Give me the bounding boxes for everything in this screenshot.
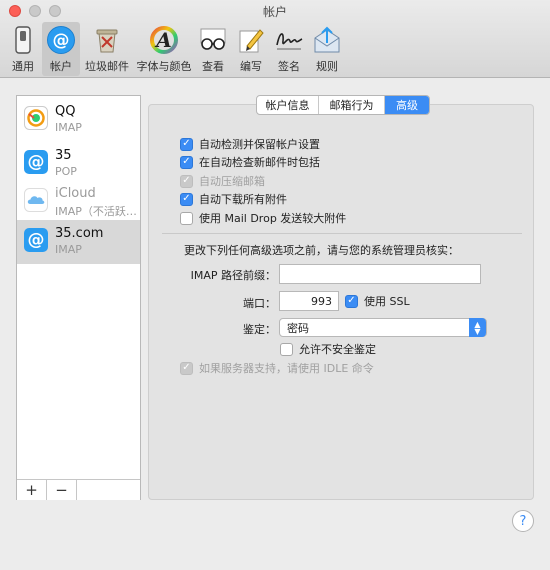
- tab-mailbox-behaviors[interactable]: 邮箱行为: [319, 96, 385, 114]
- admin-notice: 更改下列任何高级选项之前，请与您的系统管理员核实：: [184, 244, 459, 257]
- toolbar-general[interactable]: 通用: [4, 22, 42, 76]
- checkmark-icon: ✓: [180, 361, 193, 375]
- window-titlebar: 帐户 通用 @ 帐户 垃圾邮件 A 字体与颜色 查看 编写 签名 规则: [0, 0, 550, 78]
- rules-icon: [312, 25, 342, 55]
- checkbox-label: 在自动检查新邮件时包括: [199, 156, 320, 169]
- checkmark-icon: ✓: [180, 137, 193, 151]
- toolbar-label: 字体与颜色: [136, 60, 192, 73]
- auth-select[interactable]: 密码 ▲ ▼: [279, 318, 487, 337]
- checkmark-icon: ✓: [180, 174, 193, 188]
- toolbar-label: 编写: [240, 60, 262, 73]
- use-ssl-checkbox[interactable]: ✓ 使用 SSL: [345, 293, 410, 309]
- imap-prefix-input[interactable]: [279, 264, 481, 284]
- checkbox-label: 自动下载所有附件: [199, 193, 287, 206]
- preferences-toolbar: 通用 @ 帐户 垃圾邮件 A 字体与颜色 查看 编写 签名 规则: [4, 22, 346, 76]
- toolbar-label: 规则: [316, 60, 338, 73]
- toolbar-label: 通用: [12, 60, 34, 73]
- toolbar-composing[interactable]: 编写: [232, 22, 270, 76]
- checkbox-empty: [180, 211, 193, 225]
- account-type: IMAP（不活跃…: [55, 205, 137, 218]
- toolbar-label: 查看: [202, 60, 224, 73]
- imap-prefix-label: IMAP 路径前缀：: [190, 269, 276, 282]
- include-in-check-checkbox[interactable]: ✓ 在自动检查新邮件时包括: [180, 154, 320, 170]
- checkbox-label: 允许不安全鉴定: [299, 343, 376, 356]
- checkmark-icon: ✓: [345, 294, 358, 308]
- auto-detect-checkbox[interactable]: ✓ 自动检测并保留帐户设置: [180, 136, 320, 152]
- account-name: 35: [55, 148, 72, 163]
- auth-select-value: 密码: [287, 321, 309, 335]
- account-name: iCloud: [55, 186, 96, 201]
- at-icon: @: [46, 25, 76, 55]
- sidebar-button-bar: + −: [17, 479, 140, 500]
- account-name: QQ: [55, 104, 76, 119]
- at-icon: @: [24, 228, 48, 252]
- svg-text:@: @: [53, 31, 70, 51]
- pencil-icon: [236, 25, 266, 55]
- at-icon: @: [24, 150, 48, 174]
- idle-command-checkbox: ✓ 如果服务器支持，请使用 IDLE 命令: [180, 360, 374, 376]
- toolbar-label: 签名: [278, 60, 300, 73]
- remove-account-button[interactable]: −: [47, 480, 77, 500]
- checkbox-label: 自动压缩邮箱: [199, 175, 265, 188]
- toolbar-signatures[interactable]: 签名: [270, 22, 308, 76]
- compact-mailboxes-checkbox: ✓ 自动压缩邮箱: [180, 173, 265, 189]
- toolbar-fonts[interactable]: A 字体与颜色: [134, 22, 194, 76]
- checkbox-empty: [280, 342, 293, 356]
- add-account-button[interactable]: +: [17, 480, 47, 500]
- account-name: 35.com: [55, 226, 104, 241]
- checkbox-label: 自动检测并保留帐户设置: [199, 138, 320, 151]
- allow-insecure-checkbox[interactable]: 允许不安全鉴定: [280, 341, 376, 357]
- toolbar-junk[interactable]: 垃圾邮件: [80, 22, 134, 76]
- port-input[interactable]: 993: [279, 291, 339, 311]
- account-item-icloud[interactable]: iCloud IMAP（不活跃…: [17, 180, 140, 224]
- help-button[interactable]: ?: [512, 510, 534, 532]
- port-label: 端口：: [243, 297, 276, 310]
- checkmark-icon: ✓: [180, 155, 193, 169]
- qq-icon: [24, 106, 48, 130]
- trash-icon: [92, 25, 122, 55]
- account-type: POP: [55, 165, 77, 178]
- toolbar-rules[interactable]: 规则: [308, 22, 346, 76]
- checkbox-label: 如果服务器支持，请使用 IDLE 命令: [199, 362, 374, 375]
- window-title: 帐户: [262, 5, 287, 19]
- glasses-icon: [198, 25, 228, 55]
- account-item-qq[interactable]: QQ IMAP: [17, 98, 140, 142]
- tab-advanced[interactable]: 高级: [385, 96, 429, 114]
- account-item-35com[interactable]: @ 35.com IMAP: [17, 220, 140, 264]
- download-attachments-checkbox[interactable]: ✓ 自动下载所有附件: [180, 191, 287, 207]
- tab-account-info[interactable]: 帐户信息: [257, 96, 319, 114]
- updown-chevron-icon: ▲ ▼: [469, 318, 486, 337]
- toolbar-label: 帐户: [50, 60, 72, 73]
- signature-icon: [274, 25, 304, 55]
- checkbox-label: 使用 SSL: [364, 295, 410, 308]
- account-type: IMAP: [55, 121, 82, 134]
- toolbar-label: 垃圾邮件: [85, 60, 129, 73]
- settings-tabs: 帐户信息 邮箱行为 高级: [256, 95, 430, 115]
- switch-icon: [8, 25, 38, 55]
- account-type: IMAP: [55, 243, 82, 256]
- toolbar-accounts[interactable]: @ 帐户: [42, 22, 80, 76]
- toolbar-viewing[interactable]: 查看: [194, 22, 232, 76]
- auth-label: 鉴定：: [243, 323, 276, 336]
- checkbox-label: 使用 Mail Drop 发送较大附件: [199, 212, 347, 225]
- accounts-sidebar: QQ IMAP @ 35 POP iCloud IMAP（不活跃… @ 35.c…: [16, 95, 141, 500]
- icloud-icon: [24, 188, 48, 212]
- section-divider: [162, 233, 522, 234]
- mail-drop-checkbox[interactable]: 使用 Mail Drop 发送较大附件: [180, 210, 346, 226]
- svg-text:A: A: [154, 28, 172, 52]
- font-icon: A: [149, 25, 179, 55]
- checkmark-icon: ✓: [180, 192, 193, 206]
